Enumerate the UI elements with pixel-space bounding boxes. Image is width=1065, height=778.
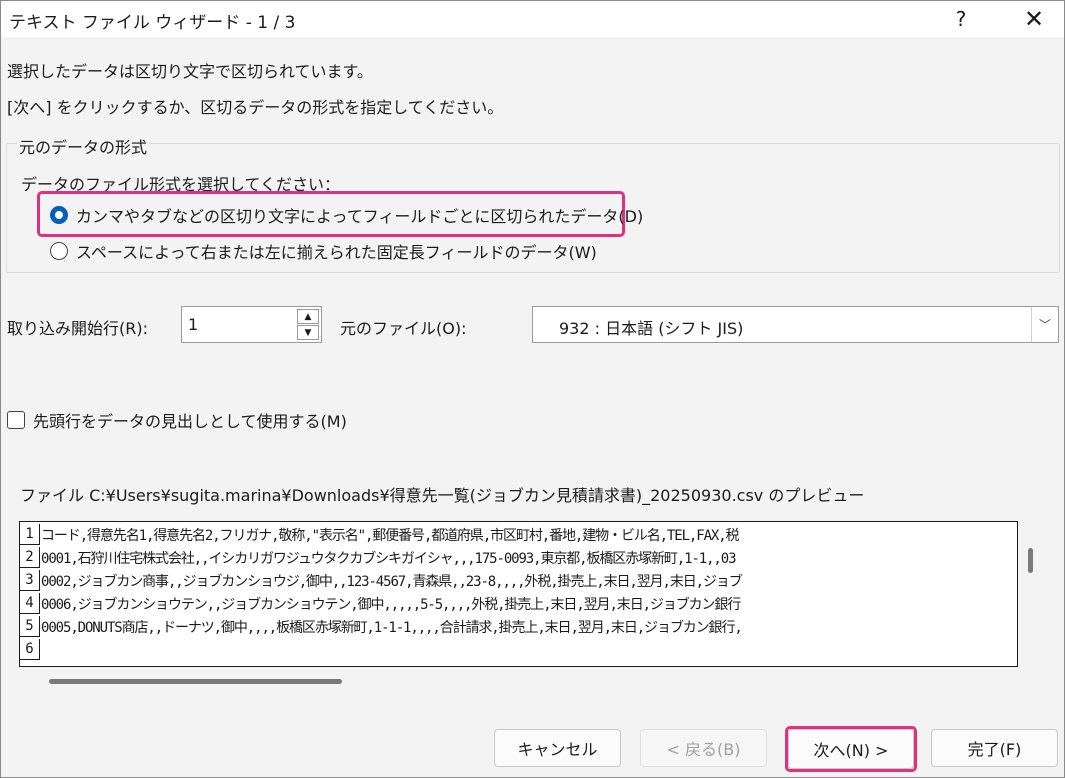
stepper-up-icon[interactable]: ▲ — [297, 309, 319, 324]
description-line-1: 選択したデータは区切り文字で区切られています。 — [7, 62, 373, 81]
chevron-down-icon[interactable]: ﹀ — [1031, 307, 1058, 342]
preview-row-number: 6 — [20, 639, 40, 660]
preview-row-text: 0006,ジョブカンショウテン,,ジョブカンショウテン,御中,,,,,5-5,,… — [41, 596, 741, 613]
preview-row: 6 — [20, 639, 41, 660]
window-title: テキスト ファイル ウィザード - 1 / 3 — [9, 13, 296, 33]
close-icon[interactable]: ✕ — [1004, 1, 1064, 37]
header-row-checkbox[interactable]: 先頭行をデータの見出しとして使用する(M) — [7, 408, 347, 432]
preview-row: 1 コード,得意先名1,得意先名2,フリガナ,敬称,"表示名",郵便番号,都道府… — [20, 524, 740, 545]
format-group-legend: 元のデータの形式 — [17, 134, 150, 158]
help-icon[interactable]: ? — [931, 1, 991, 37]
preview-row-text: 0001,石狩川住宅株式会社,,イシカリガワジュウタクカブシキガイシャ,,,17… — [41, 550, 737, 567]
radio-fixed-width[interactable]: スペースによって右または左に揃えられた固定長フィールドのデータ(W) — [50, 239, 597, 263]
origin-label: 元のファイル(O): — [340, 319, 467, 338]
radio-delimited-indicator[interactable] — [50, 206, 68, 224]
origin-value[interactable]: 932 : 日本語 (シフト JIS) — [559, 315, 743, 339]
preview-row: 4 0006,ジョブカンショウテン,,ジョブカンショウテン,御中,,,,,5-5… — [20, 593, 741, 614]
back-button[interactable]: < 戻る(B) — [640, 729, 767, 767]
header-row-checkbox-box[interactable] — [7, 411, 25, 429]
next-button[interactable]: 次へ(N) > — [788, 729, 914, 769]
origin-select[interactable]: 932 : 日本語 (シフト JIS) ﹀ — [532, 306, 1059, 343]
description-line-2: [次へ] をクリックするか、区切るデータの形式を指定してください。 — [7, 98, 504, 117]
radio-fixed-width-indicator[interactable] — [50, 242, 68, 260]
preview-row-number: 2 — [20, 547, 40, 568]
start-row-stepper[interactable]: 1 ▲ ▼ — [181, 306, 322, 343]
preview-row: 5 0005,DONUTS商店,,ドーナツ,御中,,,,板橋区赤塚新町,1-1-… — [20, 616, 743, 637]
cancel-button[interactable]: キャンセル — [494, 729, 621, 767]
horizontal-scrollbar-thumb[interactable] — [49, 679, 342, 684]
preview-pane[interactable]: 1 コード,得意先名1,得意先名2,フリガナ,敬称,"表示名",郵便番号,都道府… — [19, 521, 1018, 667]
finish-button[interactable]: 完了(F) — [931, 729, 1058, 767]
preview-row: 3 0002,ジョブカン商事,,ジョブカンショウジ,御中,,123-4567,青… — [20, 570, 743, 591]
preview-row-text: 0005,DONUTS商店,,ドーナツ,御中,,,,板橋区赤塚新町,1-1-1,… — [41, 619, 743, 636]
preview-row: 2 0001,石狩川住宅株式会社,,イシカリガワジュウタクカブシキガイシャ,,,… — [20, 547, 737, 568]
vertical-scrollbar-thumb[interactable] — [1028, 548, 1033, 573]
preview-row-text: コード,得意先名1,得意先名2,フリガナ,敬称,"表示名",郵便番号,都道府県,… — [41, 527, 740, 544]
preview-row-number: 3 — [20, 570, 40, 591]
preview-row-text: 0002,ジョブカン商事,,ジョブカンショウジ,御中,,123-4567,青森県… — [41, 573, 743, 590]
start-row-label: 取り込み開始行(R): — [7, 319, 148, 338]
radio-delimited-label: カンマやタブなどの区切り文字によってフィールドごとに区切られたデータ(D) — [76, 207, 644, 226]
stepper-down-icon[interactable]: ▼ — [297, 325, 319, 340]
start-row-value[interactable]: 1 — [188, 315, 198, 334]
radio-delimited[interactable]: カンマやタブなどの区切り文字によってフィールドごとに区切られたデータ(D) — [50, 203, 643, 227]
title-bar: テキスト ファイル ウィザード - 1 / 3 ? ✕ — [1, 1, 1064, 37]
preview-row-number: 1 — [20, 524, 40, 545]
preview-row-number: 4 — [20, 593, 40, 614]
radio-fixed-width-label: スペースによって右または左に揃えられた固定長フィールドのデータ(W) — [76, 243, 597, 262]
header-row-checkbox-label: 先頭行をデータの見出しとして使用する(M) — [33, 412, 347, 431]
preview-label: ファイル C:¥Users¥sugita.marina¥Downloads¥得意… — [20, 486, 865, 505]
preview-row-number: 5 — [20, 616, 40, 637]
text-file-wizard-dialog: テキスト ファイル ウィザード - 1 / 3 ? ✕ 選択したデータは区切り文… — [0, 0, 1065, 778]
